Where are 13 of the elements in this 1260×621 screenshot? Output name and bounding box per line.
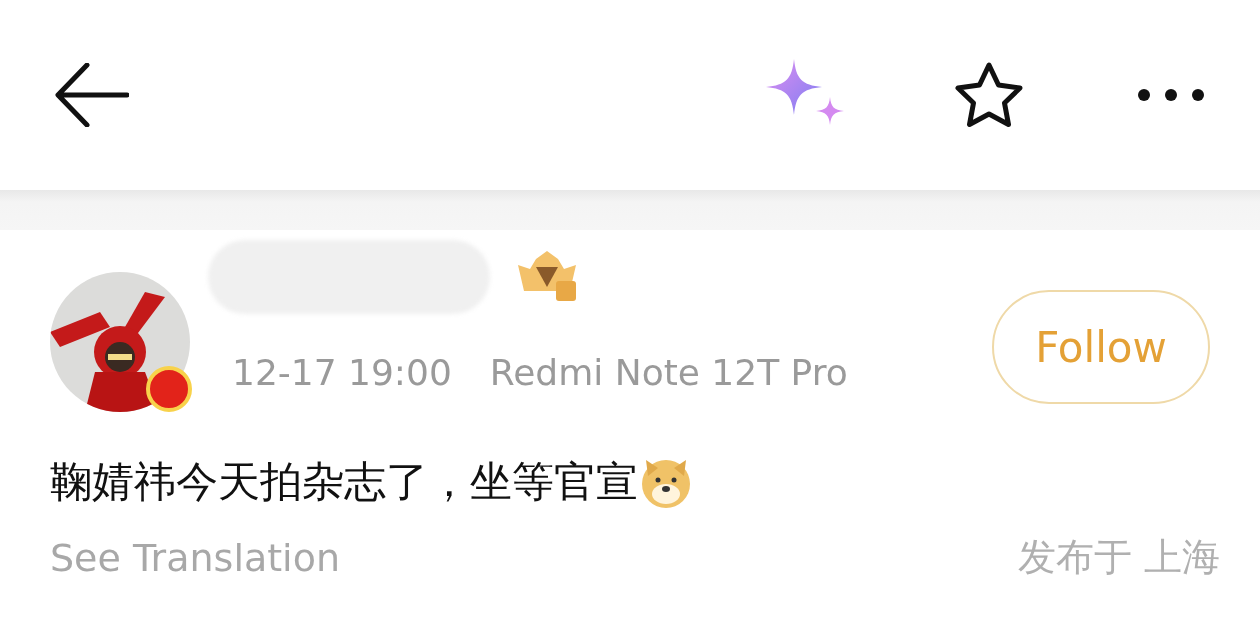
post-location: 发布于 上海 bbox=[1017, 534, 1220, 581]
see-translation-link[interactable]: See Translation bbox=[50, 535, 340, 580]
star-icon bbox=[953, 61, 1025, 129]
verified-badge-icon bbox=[146, 366, 192, 412]
back-button[interactable] bbox=[55, 63, 129, 127]
more-icon bbox=[1137, 88, 1205, 102]
back-arrow-icon bbox=[55, 63, 129, 127]
follow-button[interactable]: Follow bbox=[992, 290, 1210, 404]
device-name: Redmi Note 12T Pro bbox=[489, 352, 848, 393]
more-button[interactable] bbox=[1137, 88, 1205, 102]
favorite-button[interactable] bbox=[953, 61, 1025, 129]
post-time: 12-17 19:00 bbox=[232, 352, 452, 393]
post-text: 鞠婧祎今天拍杂志了，坐等官宣 bbox=[50, 456, 638, 508]
